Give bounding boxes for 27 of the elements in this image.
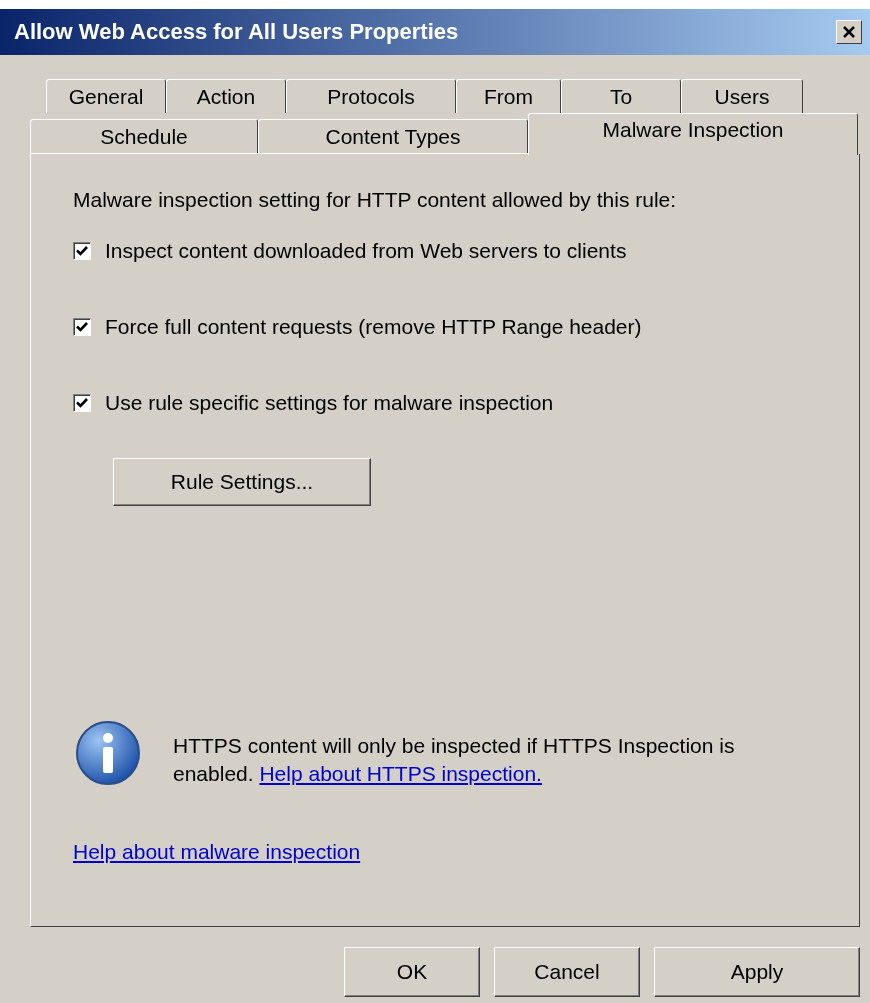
rule-settings-button[interactable]: Rule Settings... (113, 458, 371, 506)
tab[interactable]: From (456, 79, 561, 113)
dialog-button[interactable]: Apply (654, 947, 860, 997)
section-heading: Malware inspection setting for HTTP content allowed by this rule: (73, 188, 678, 212)
tab[interactable]: Protocols (286, 79, 456, 113)
tab[interactable]: Malware Inspection (528, 113, 858, 155)
close-button[interactable] (836, 20, 862, 44)
checkbox[interactable] (73, 394, 91, 412)
dialog-button[interactable]: Cancel (494, 947, 640, 997)
dialog-button[interactable]: OK (344, 947, 480, 997)
checkbox[interactable] (73, 242, 91, 260)
checkbox[interactable] (73, 318, 91, 336)
checkbox-label[interactable]: Force full content requests (remove HTTP Range header) (105, 315, 642, 339)
tab[interactable]: General (46, 79, 166, 113)
close-icon (842, 25, 856, 39)
info-text: HTTPS content will only be inspected if HTTPS Inspection is enabled. Help about HTTPS inspection. (173, 733, 736, 787)
checkbox-label[interactable]: Inspect content downloaded from Web servers to clients (105, 239, 627, 263)
tab[interactable]: Action (166, 79, 286, 113)
window-title: Allow Web Access for All Users Properties (14, 19, 459, 45)
tab[interactable]: To (561, 79, 681, 113)
https-help-link[interactable]: Help about HTTPS inspection. (259, 762, 542, 785)
tab[interactable]: Content Types (258, 119, 528, 153)
tab[interactable]: Users (681, 79, 803, 113)
info-icon (75, 720, 141, 786)
checkbox-label[interactable]: Use rule specific settings for malware inspection (105, 391, 554, 415)
malware-help-link[interactable]: Help about malware inspection (73, 840, 361, 864)
tab[interactable]: Schedule (30, 119, 258, 153)
